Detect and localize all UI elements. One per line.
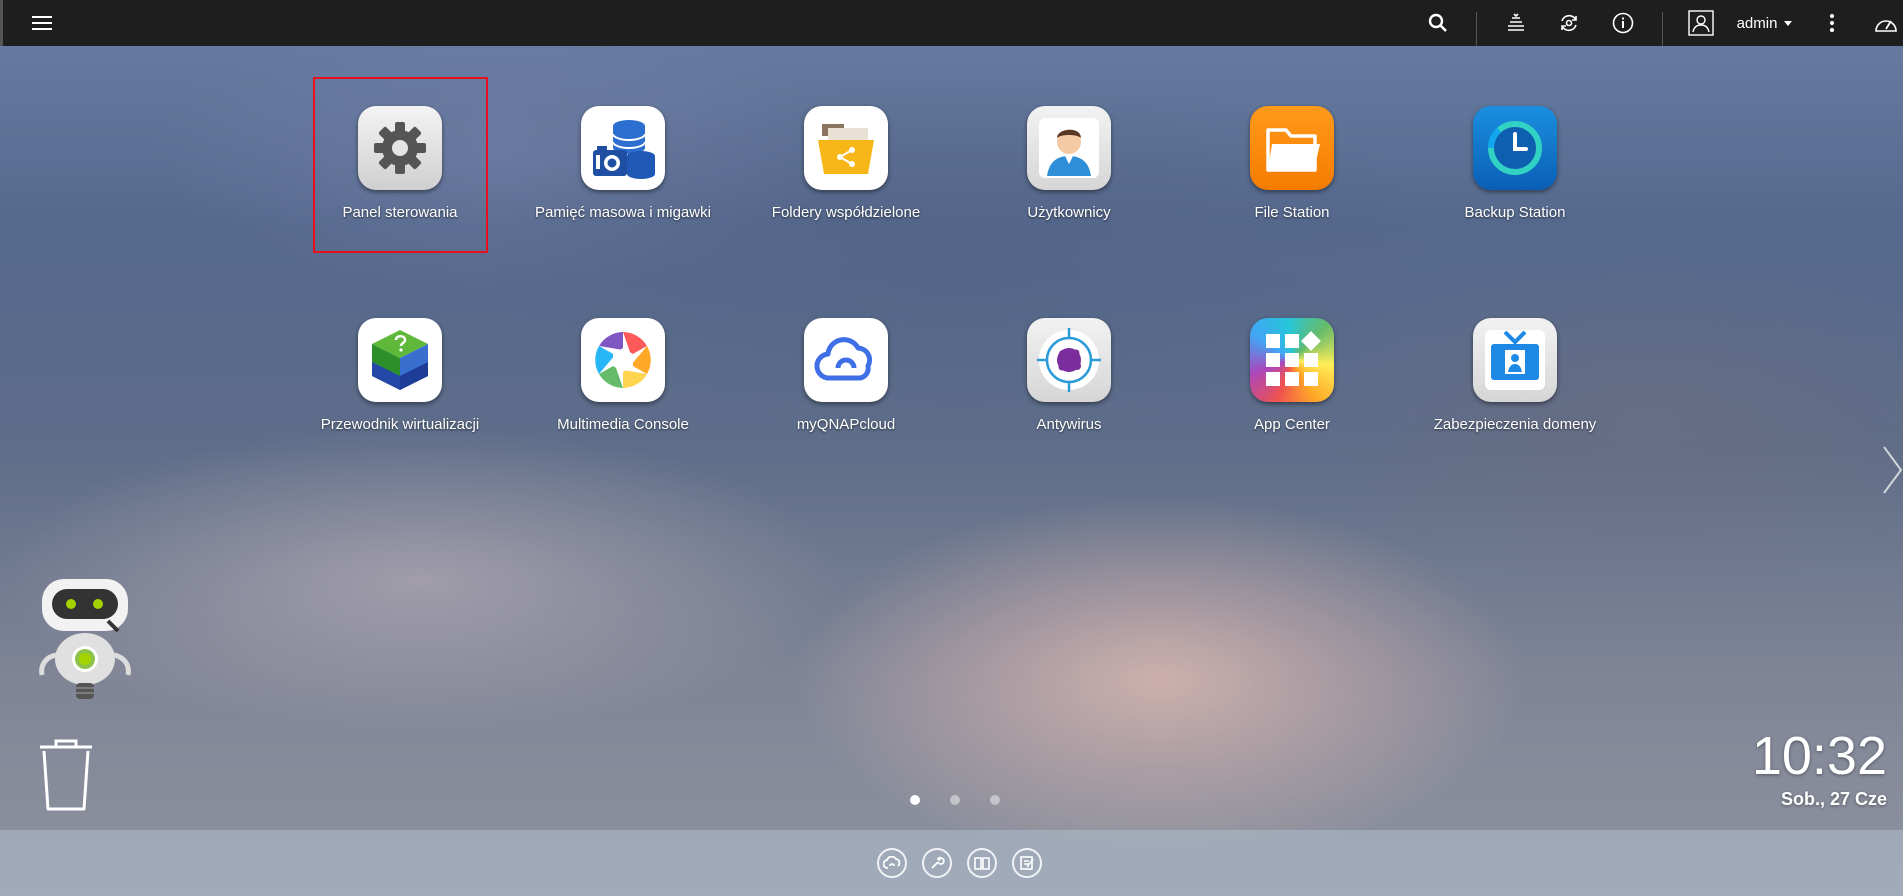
- shared-folder-icon: [804, 106, 888, 190]
- wrench-icon[interactable]: [922, 848, 952, 878]
- app-foldery-wspoldzielone[interactable]: Foldery współdzielone: [746, 106, 946, 224]
- info-icon[interactable]: [1609, 0, 1637, 46]
- app-label: Pamięć masowa i migawki: [535, 204, 711, 221]
- divider: [1476, 12, 1477, 46]
- app-label: File Station: [1254, 204, 1330, 221]
- top-bar: admin: [0, 0, 1903, 46]
- stack-icon[interactable]: [1502, 0, 1530, 46]
- clock-icon: [1473, 106, 1557, 190]
- app-backup-station[interactable]: Backup Station: [1415, 106, 1615, 224]
- app-label: Backup Station: [1464, 204, 1566, 221]
- chevron-right-icon[interactable]: [1880, 445, 1903, 495]
- id-badge-icon: [1473, 318, 1557, 402]
- app-label: Zabezpieczenia domeny: [1433, 416, 1597, 433]
- user-icon[interactable]: [1687, 0, 1715, 46]
- cube-icon: [358, 318, 442, 402]
- caret-down-icon: [1784, 21, 1793, 26]
- storage-icon: [581, 106, 665, 190]
- cloud-icon[interactable]: [877, 848, 907, 878]
- robot-assistant-icon[interactable]: [28, 575, 143, 705]
- app-label: Multimedia Console: [557, 416, 689, 433]
- app-label: Antywirus: [1036, 416, 1102, 433]
- app-multimedia-console[interactable]: Multimedia Console: [523, 318, 723, 436]
- desktop-clock: 10:32 Sob., 27 Cze: [1752, 726, 1887, 812]
- gauge-icon[interactable]: [1872, 0, 1900, 46]
- app-label: Przewodnik wirtualizacji: [320, 416, 480, 433]
- book-icon[interactable]: [967, 848, 997, 878]
- trash-icon[interactable]: [36, 737, 96, 813]
- app-pamiec-masowa[interactable]: Pamięć masowa i migawki: [523, 106, 723, 224]
- clock-time: 10:32: [1751, 726, 1887, 786]
- virus-icon: [1027, 318, 1111, 402]
- app-label: App Center: [1254, 416, 1330, 433]
- user-icon: [1027, 106, 1111, 190]
- page-dot-2[interactable]: [950, 795, 960, 805]
- cloud-icon: [804, 318, 888, 402]
- app-zabezpieczenia-domeny[interactable]: Zabezpieczenia domeny: [1415, 318, 1615, 436]
- user-menu[interactable]: admin: [1734, 0, 1796, 46]
- app-app-center[interactable]: App Center: [1192, 318, 1392, 436]
- search-icon[interactable]: [1424, 0, 1452, 46]
- page-indicator: [910, 795, 1000, 805]
- gear-icon: [358, 106, 442, 190]
- grid-icon: [1250, 318, 1334, 402]
- left-edge-handle[interactable]: [0, 0, 3, 46]
- app-label: Użytkownicy: [1027, 204, 1111, 221]
- more-vertical-icon[interactable]: [1822, 0, 1842, 46]
- app-panel-sterowania[interactable]: Panel sterowania: [300, 106, 500, 224]
- username-label: admin: [1736, 14, 1778, 32]
- app-myqnapcloud[interactable]: myQNAPcloud: [746, 318, 946, 436]
- bottom-dock: [0, 830, 1903, 896]
- app-label: myQNAPcloud: [796, 416, 896, 433]
- page-dot-1[interactable]: [910, 795, 920, 805]
- page-dot-3[interactable]: [990, 795, 1000, 805]
- app-antywirus[interactable]: Antywirus: [969, 318, 1169, 436]
- divider: [1662, 12, 1663, 46]
- clock-date: Sob., 27 Cze: [1780, 789, 1887, 809]
- app-uzytkownicy[interactable]: Użytkownicy: [969, 106, 1169, 224]
- app-file-station[interactable]: File Station: [1192, 106, 1392, 224]
- app-label: Panel sterowania: [342, 204, 458, 221]
- hamburger-icon[interactable]: [28, 0, 56, 46]
- app-label: Foldery współdzielone: [771, 204, 921, 221]
- sync-icon[interactable]: [1555, 0, 1583, 46]
- aperture-icon: [581, 318, 665, 402]
- app-przewodnik-wirtualizacji[interactable]: Przewodnik wirtualizacji: [300, 318, 500, 436]
- notes-icon[interactable]: [1012, 848, 1042, 878]
- folder-icon: [1250, 106, 1334, 190]
